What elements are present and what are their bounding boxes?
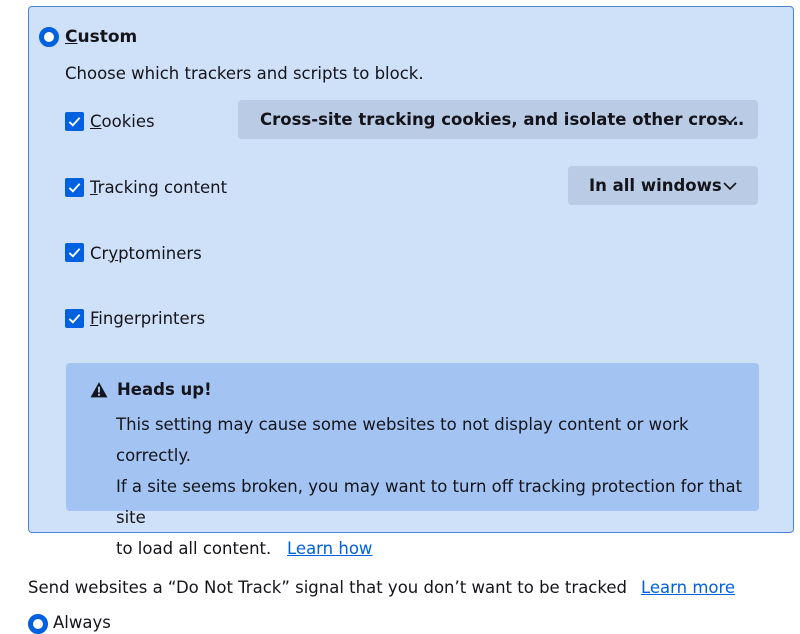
custom-description: Choose which trackers and scripts to blo… (65, 64, 424, 83)
warning-body: This setting may cause some websites to … (116, 409, 746, 564)
warning-icon (90, 382, 108, 398)
checkmark-icon (68, 183, 81, 193)
fingerprinters-checkbox[interactable] (65, 309, 84, 328)
cryptominers-label[interactable]: Cryptominers (90, 244, 202, 263)
warning-line-1: This setting may cause some websites to … (116, 415, 689, 465)
tracking-content-dropdown[interactable]: In all windows (568, 166, 758, 205)
dnt-description: Send websites a “Do Not Track” signal th… (28, 578, 627, 597)
tracking-content-checkbox[interactable] (65, 178, 84, 197)
checkmark-icon (68, 248, 81, 258)
custom-label[interactable]: Custom (65, 27, 137, 47)
learn-how-link[interactable]: Learn how (287, 539, 372, 558)
dnt-row: Send websites a “Do Not Track” signal th… (28, 578, 735, 597)
cookies-label[interactable]: Cookies (90, 112, 155, 131)
checkmark-icon (68, 314, 81, 324)
dnt-always-label[interactable]: Always (53, 613, 111, 632)
cookies-dropdown-value: Cross-site tracking cookies, and isolate… (260, 110, 744, 129)
checkmark-icon (68, 117, 81, 127)
cookies-checkbox[interactable] (65, 112, 84, 131)
tracking-content-label[interactable]: Tracking content (90, 178, 227, 197)
heads-up-warning: Heads up! This setting may cause some we… (66, 363, 759, 558)
fingerprinters-label[interactable]: Fingerprinters (90, 309, 205, 328)
warning-title: Heads up! (117, 380, 212, 399)
warning-line-2: If a site seems broken, you may want to … (116, 477, 743, 527)
tracking-dropdown-value: In all windows (589, 176, 722, 195)
cookies-dropdown[interactable]: Cross-site tracking cookies, and isolate… (238, 100, 758, 139)
warning-line-3: to load all content. Learn how (116, 539, 373, 558)
custom-tracking-panel: Custom Choose which trackers and scripts… (28, 6, 794, 558)
cryptominers-checkbox[interactable] (65, 243, 84, 262)
custom-radio[interactable] (39, 27, 59, 47)
chevron-down-icon (723, 116, 737, 125)
dnt-always-radio[interactable] (28, 614, 48, 634)
learn-more-link[interactable]: Learn more (641, 578, 735, 597)
chevron-down-icon (723, 182, 737, 191)
